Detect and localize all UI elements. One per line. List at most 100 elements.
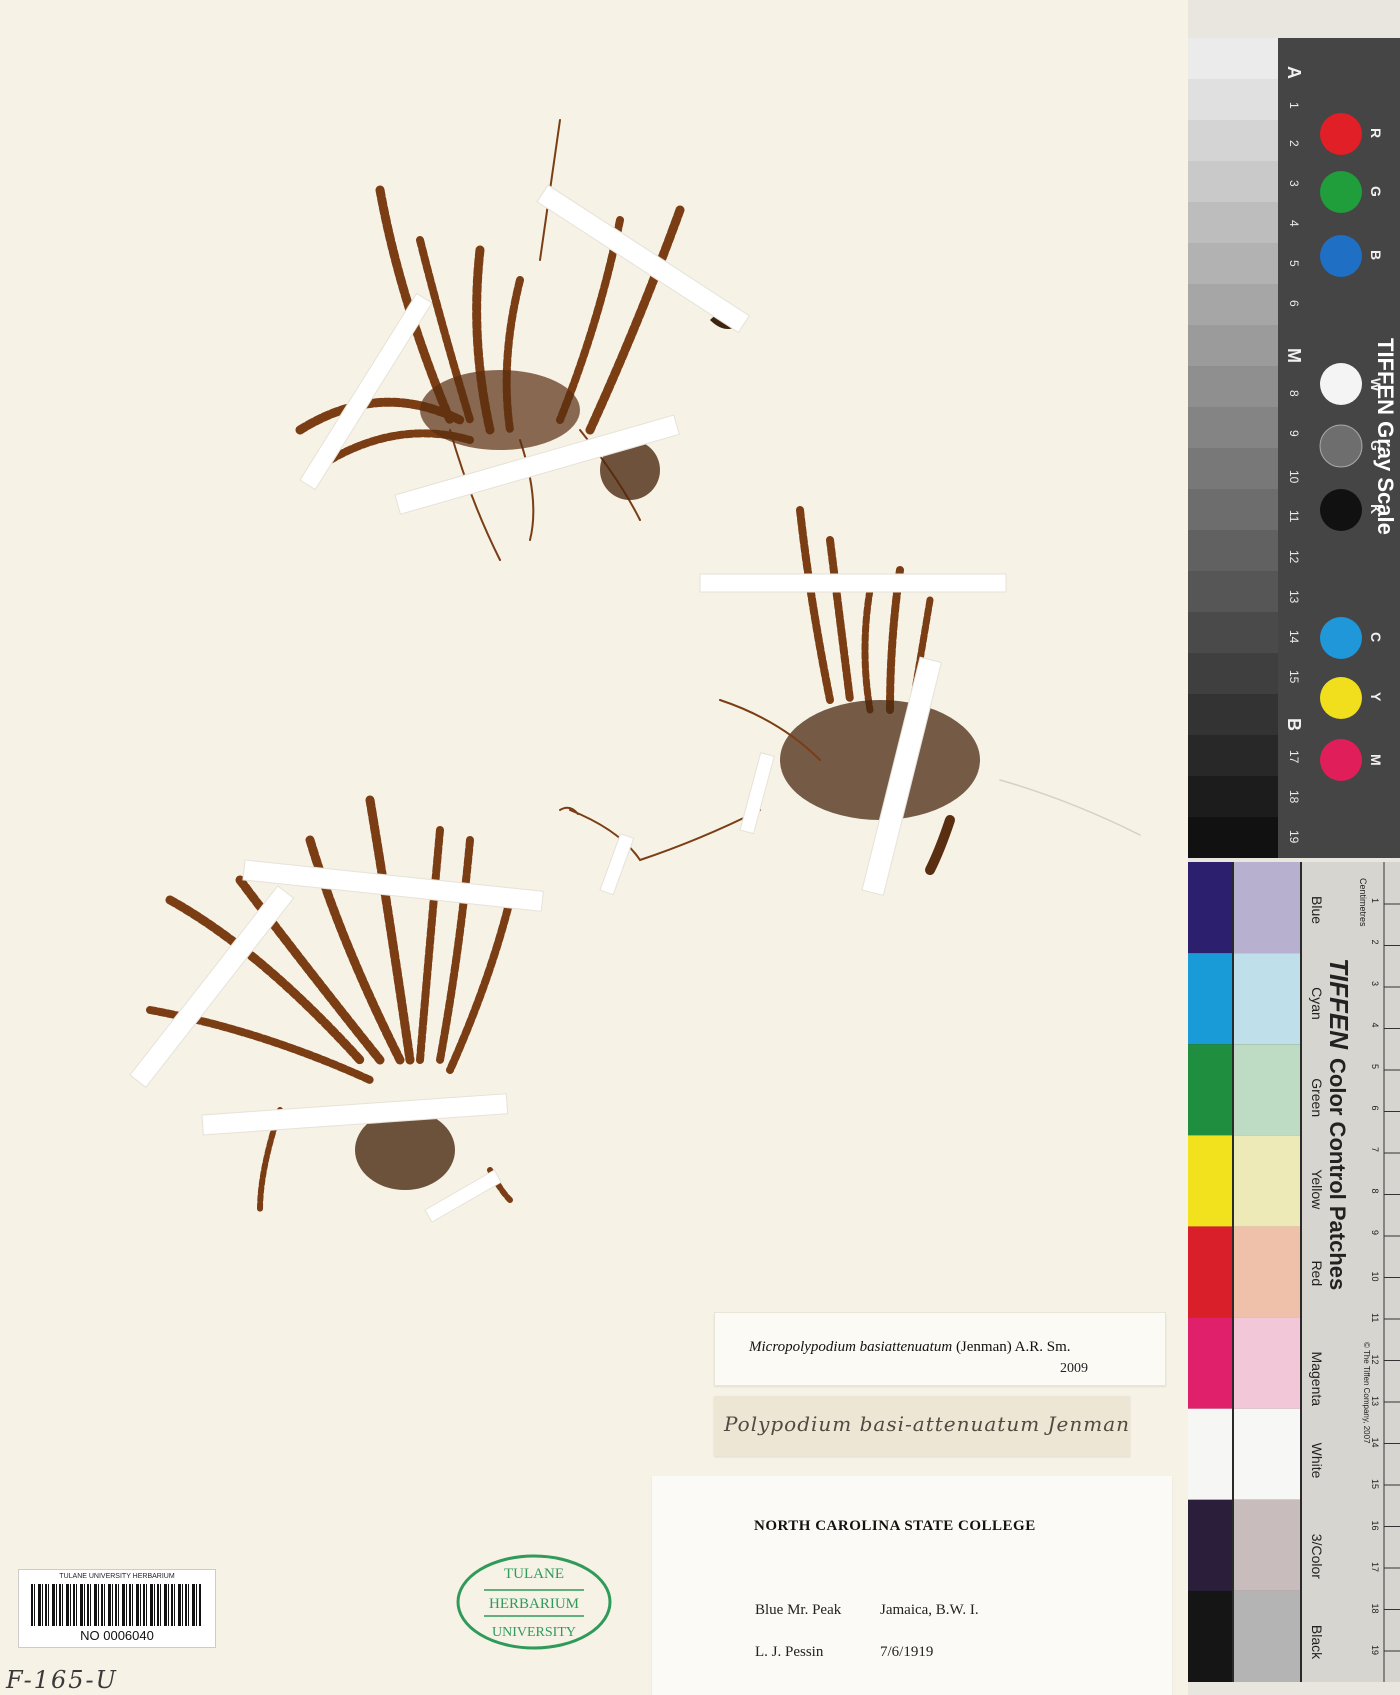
ruler-number: 1 [1370,898,1380,903]
color-swatch-label: Red [1309,1260,1325,1286]
gray-scale-letter: M [1284,348,1304,363]
ruler-number: 6 [1370,1106,1380,1111]
collection-date: 7/6/1919 [880,1644,934,1660]
gray-scale-number: 15 [1287,670,1301,684]
color-swatch-label: 3/Color [1309,1534,1325,1579]
color-swatches-light [1234,862,1300,1682]
gray-step [1188,243,1278,284]
color-patch [1319,424,1363,468]
gray-step [1188,284,1278,325]
gray-scale-number: 3 [1287,180,1301,187]
color-patch [1320,489,1362,531]
taxon-authority: (Jenman) A.R. Sm. [955,1339,1071,1355]
color-swatch-light [1234,1226,1300,1318]
gray-step [1188,407,1278,448]
gray-steps [1188,38,1278,858]
taxon-binomial: Micropolypodium basiattenuatum [749,1339,953,1355]
ruler-number: 8 [1370,1189,1380,1194]
gray-step [1188,448,1278,489]
color-swatch-label: Green [1309,1078,1325,1117]
color-swatch-light [1234,953,1300,1045]
ruler-number: 10 [1370,1272,1380,1282]
patch-letter: M [1368,754,1384,766]
ruler-number: 2 [1370,940,1380,945]
gray-step [1188,202,1278,243]
color-swatch-dark [1188,1408,1232,1500]
gray-scale-number: 6 [1287,300,1301,307]
ruler-number: 4 [1370,1023,1380,1028]
taxon-name: Micropolypodium basiattenuatum (Jenman) … [749,1339,1071,1356]
color-swatch-label: White [1309,1443,1325,1479]
gray-scale-number: 11 [1287,510,1301,523]
patch-letter: B [1368,250,1384,260]
color-swatch-label: Blue [1309,896,1325,924]
color-swatch-light [1234,1408,1300,1500]
color-swatch-light [1234,1590,1300,1682]
color-patch [1320,235,1362,277]
barcode-bars [31,1584,201,1626]
color-swatch-light [1234,1317,1300,1409]
color-card-unit: Centimetres [1358,878,1368,927]
ruler-number: 15 [1370,1479,1380,1489]
gray-scale-number: 5 [1287,260,1301,267]
color-patch [1320,739,1362,781]
gray-scale-letter: A [1284,66,1304,79]
barcode-number: NO 0006040 [80,1628,154,1643]
gray-scale-number: 10 [1287,470,1301,484]
ruler-number: 11 [1370,1313,1380,1322]
color-swatch-label: Yellow [1309,1169,1325,1210]
color-swatch-dark [1188,1590,1232,1682]
color-swatch-light [1234,1135,1300,1227]
herbarium-stamp: TULANE HERBARIUM UNIVERSITY [456,1554,612,1650]
color-swatch-labels: Blue Cyan Green Yellow Red Magenta White 3/Colo… [1309,896,1325,1660]
ruler-number: 16 [1370,1521,1380,1531]
gray-scale-number: 18 [1287,790,1301,804]
gray-step [1188,325,1278,366]
handwritten-name: Polypodium basi-attenuatum Jenman [724,1412,1131,1436]
collection-label: NORTH CAROLINA STATE COLLEGE Blue Mr. Pe… [652,1476,1172,1695]
patch-letter: C [1368,632,1384,642]
color-patch [1320,113,1362,155]
locality: Blue Mr. Peak [755,1602,842,1618]
ruler-number: 7 [1370,1147,1380,1152]
original-label: Polypodium basi-attenuatum Jenman [714,1396,1130,1456]
patch-letter: Y [1368,692,1384,702]
gray-scale-number: 19 [1287,830,1301,844]
ruler-number: 18 [1370,1604,1380,1614]
gray-step [1188,653,1278,694]
gray-scale-number: 17 [1287,750,1301,764]
gray-scale-number: 9 [1287,430,1301,437]
ruler-number: 17 [1370,1562,1380,1572]
handwritten-catalog-note: F-165-U [6,1666,118,1694]
color-swatch-dark [1188,1226,1232,1318]
color-swatch-label: Cyan [1309,987,1325,1020]
gray-scale-letter: B [1284,718,1304,731]
barcode-header: TULANE UNIVERSITY HERBARIUM [59,1573,175,1580]
ruler-number: 9 [1370,1230,1380,1235]
color-swatch-label: Magenta [1309,1352,1325,1407]
color-patch [1320,171,1362,213]
color-card-brand: TIFFEN [1324,958,1354,1050]
patch-letter: G [1368,186,1384,197]
gray-step [1188,612,1278,653]
ruler-number: 19 [1370,1645,1380,1655]
gray-step [1188,530,1278,571]
color-patch [1320,617,1362,659]
gray-step [1188,571,1278,612]
color-swatch-dark [1188,953,1232,1045]
gray-scale-number: 1 [1287,102,1301,109]
determination-year: 2009 [1060,1361,1088,1376]
gray-step [1188,694,1278,735]
color-swatch-dark [1188,862,1232,954]
gray-scale-number: 13 [1287,590,1301,604]
barcode-label: TULANE UNIVERSITY HERBARIUM NO 0006040 [18,1569,216,1648]
gray-step [1188,817,1278,858]
fern-specimen-2 [559,506,1141,875]
stamp-middle: HERBARIUM [489,1596,579,1612]
country: Jamaica, B.W. I. [880,1602,979,1618]
color-swatch-dark [1188,1317,1232,1409]
color-patch [1320,677,1362,719]
gray-scale-brand: TIFFEN Gray Scale [1373,338,1398,535]
gray-step [1188,120,1278,161]
fern-specimen-1 [295,119,746,561]
